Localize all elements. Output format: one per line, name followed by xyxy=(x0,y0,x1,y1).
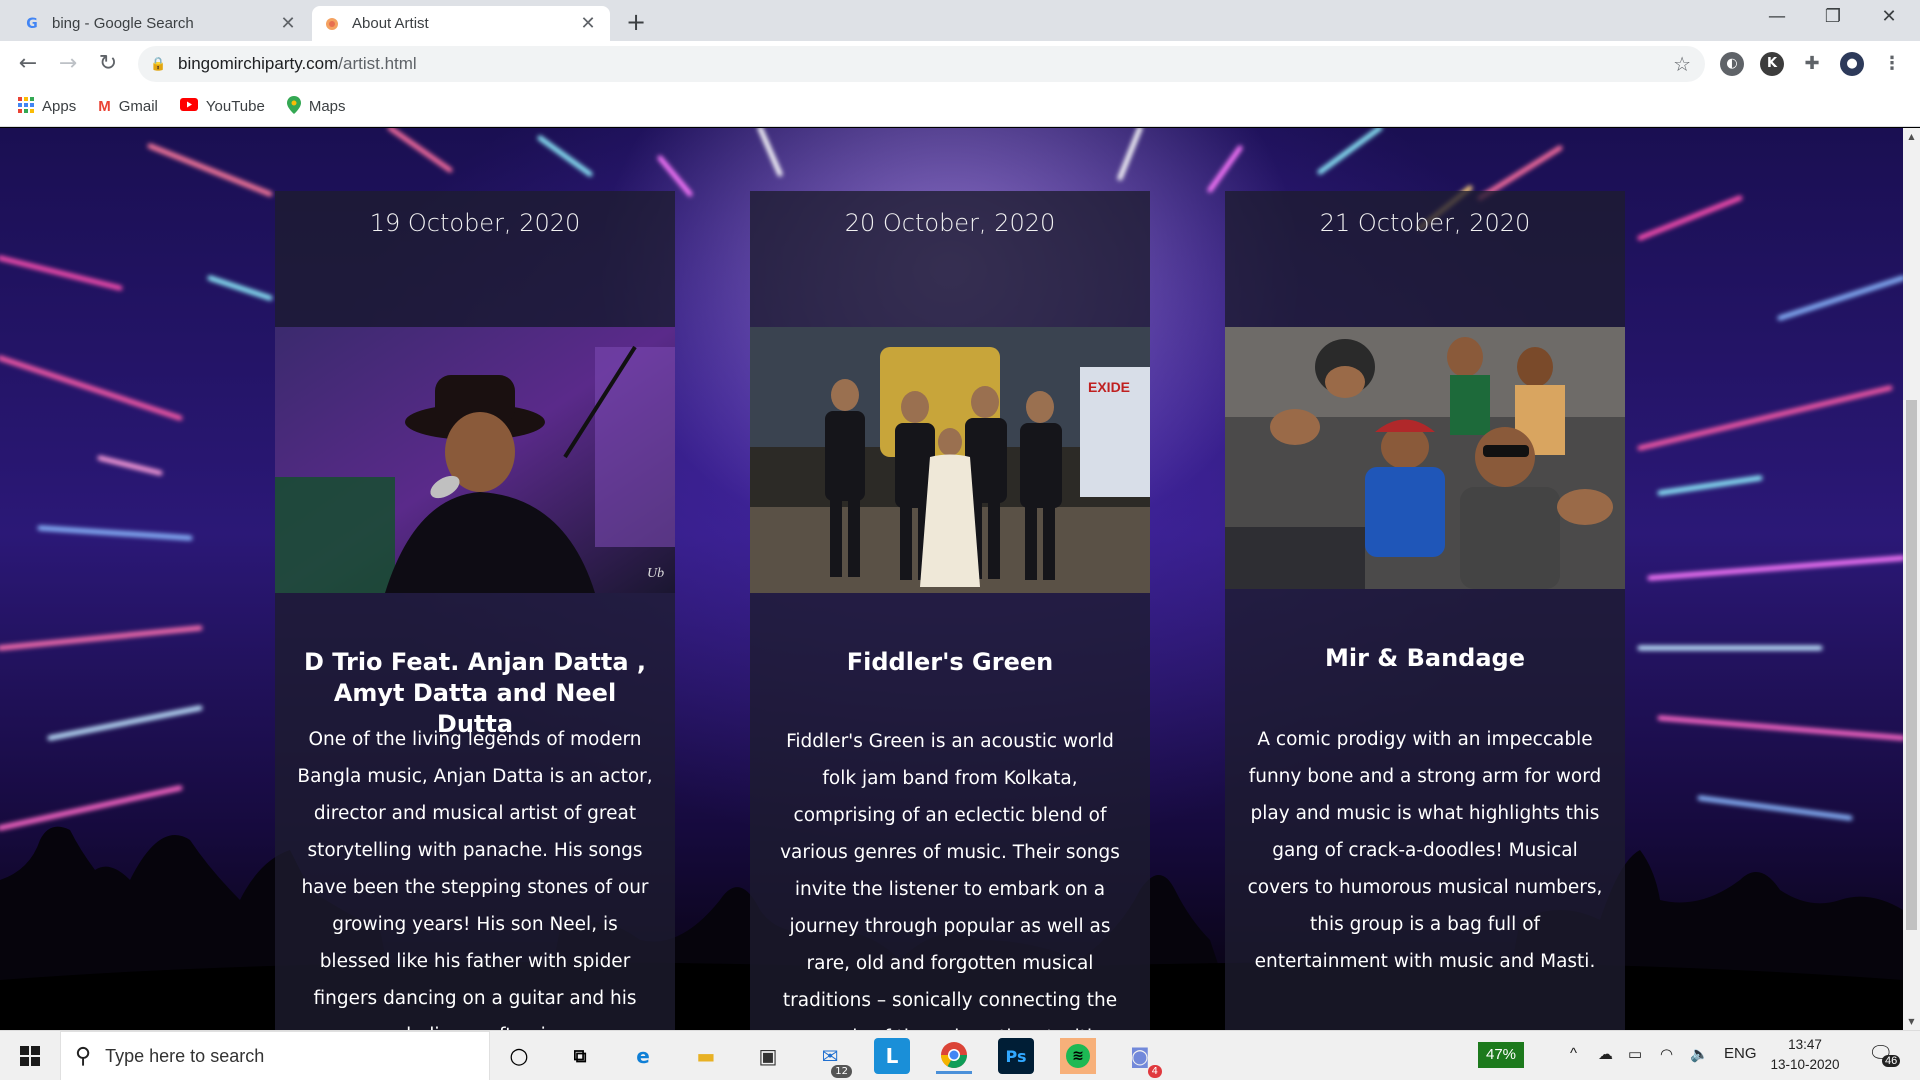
clock-date: 13-10-2020 xyxy=(1770,1057,1840,1072)
bookmark-label: YouTube xyxy=(205,98,265,115)
battery-icon[interactable]: ▭ xyxy=(1628,1045,1642,1063)
artist-name: Fiddler's Green xyxy=(846,648,1054,676)
system-clock[interactable]: 13:47 13-10-2020 xyxy=(1760,1035,1850,1075)
extensions-puzzle-icon[interactable]: ✚ xyxy=(1800,52,1824,76)
artist-card: 21 October, 2020 Mir & Bandage A comic p… xyxy=(1225,191,1625,1030)
file-explorer-icon[interactable]: ▬ xyxy=(688,1038,724,1074)
tab-title: bing - Google Search xyxy=(52,15,194,32)
bookmark-apps[interactable]: Apps xyxy=(18,96,77,117)
extension-circle-icon[interactable]: ◐ xyxy=(1720,52,1744,76)
google-icon: G xyxy=(26,15,38,32)
bookmarks-bar: Apps M Gmail YouTube Maps xyxy=(0,87,1920,127)
discord-icon[interactable]: ◙ 4 xyxy=(1122,1038,1162,1078)
youtube-icon xyxy=(179,98,198,115)
page-scrollbar[interactable]: ▲ ▼ xyxy=(1903,128,1920,1030)
new-tab-button[interactable]: + xyxy=(622,8,650,36)
windows-logo-icon xyxy=(20,1046,40,1066)
event-date: 19 October, 2020 xyxy=(369,209,581,237)
artist-photo: EXIDE xyxy=(750,327,1150,593)
mail-icon[interactable]: ✉ 12 xyxy=(812,1038,852,1078)
menu-kebab-icon[interactable]: ⋮ xyxy=(1880,52,1904,76)
bookmark-label: Maps xyxy=(308,98,346,115)
event-date: 20 October, 2020 xyxy=(844,209,1056,237)
scroll-down-icon[interactable]: ▼ xyxy=(1903,1017,1920,1026)
chrome-icon[interactable] xyxy=(936,1038,972,1074)
bookmark-gmail[interactable]: M Gmail xyxy=(98,98,158,115)
start-button[interactable] xyxy=(0,1031,60,1080)
close-tab-icon[interactable]: ✕ xyxy=(578,13,598,34)
language-indicator[interactable]: ENG xyxy=(1724,1045,1757,1062)
volume-icon[interactable]: 🔈 xyxy=(1690,1045,1709,1063)
avatar[interactable]: ● xyxy=(1840,52,1864,76)
address-bar[interactable]: 🔒 bingomirchiparty.com/artist.html ☆ xyxy=(138,46,1705,82)
restore-icon[interactable]: ❐ xyxy=(1810,6,1856,36)
artist-photo xyxy=(1225,327,1625,589)
url-text[interactable]: bingomirchiparty.com/artist.html xyxy=(178,54,417,74)
tab-strip: G bing - Google Search ✕ About Artist ✕ … xyxy=(0,0,1920,41)
reload-icon[interactable]: ↻ xyxy=(94,50,122,78)
photo-banner-text: EXIDE xyxy=(1088,379,1130,395)
artist-description: A comic prodigy with an impeccable funny… xyxy=(1247,729,1603,972)
event-date: 21 October, 2020 xyxy=(1319,209,1531,237)
bookmark-youtube[interactable]: YouTube xyxy=(179,98,265,115)
minimize-icon[interactable]: — xyxy=(1754,6,1800,36)
artist-description: One of the living legends of modern Bang… xyxy=(297,729,653,1030)
clock-time: 13:47 xyxy=(1788,1037,1822,1052)
tab-about-artist[interactable]: About Artist ✕ xyxy=(312,6,610,41)
artist-name: Mir & Bandage xyxy=(1325,644,1525,672)
search-icon: ⚲ xyxy=(75,1043,92,1069)
search-placeholder: Type here to search xyxy=(105,1045,265,1066)
notifications-badge: 46 xyxy=(1882,1055,1901,1067)
bookmark-label: Apps xyxy=(42,98,77,115)
maps-icon xyxy=(286,95,301,118)
bookmark-maps[interactable]: Maps xyxy=(286,95,346,118)
spotify-icon[interactable]: ≋ xyxy=(1060,1038,1096,1074)
cortana-icon[interactable]: ○ xyxy=(501,1038,537,1074)
back-icon[interactable]: ← xyxy=(14,50,42,78)
battery-indicator[interactable]: 47% xyxy=(1478,1042,1525,1068)
notifications-icon[interactable]: 🗨 46 xyxy=(1868,1041,1901,1067)
site-icon xyxy=(324,16,340,32)
tab-title: About Artist xyxy=(352,15,429,32)
apps-grid-icon xyxy=(18,96,34,117)
scrollbar-thumb[interactable] xyxy=(1906,400,1917,930)
mail-badge: 12 xyxy=(831,1065,852,1078)
task-view-icon[interactable]: ⧉ xyxy=(562,1038,598,1074)
artist-photo: Ub xyxy=(275,327,675,593)
photo-signature: Ub xyxy=(647,566,664,581)
gmail-icon: M xyxy=(98,98,111,115)
windows-taskbar: ⚲ Type here to search ○ ⧉ e ▬ ▣ ✉ 12 L Ps… xyxy=(0,1030,1920,1080)
store-icon[interactable]: ▣ xyxy=(750,1038,786,1074)
page-viewport: 19 October, 2020 Ub D Trio Feat. Anjan D… xyxy=(0,128,1903,1030)
lens-app-icon[interactable]: L xyxy=(874,1038,910,1074)
onedrive-icon[interactable]: ☁ xyxy=(1598,1045,1613,1063)
close-tab-icon[interactable]: ✕ xyxy=(278,13,298,34)
photoshop-icon[interactable]: Ps xyxy=(998,1038,1034,1074)
bookmark-star-icon[interactable]: ☆ xyxy=(1673,52,1691,76)
artist-card: 19 October, 2020 Ub D Trio Feat. Anjan D… xyxy=(275,191,675,1030)
browser-toolbar: ← → ↻ 🔒 bingomirchiparty.com/artist.html… xyxy=(0,41,1920,87)
artist-description: Fiddler's Green is an acoustic world fol… xyxy=(780,731,1120,1030)
wifi-icon[interactable]: ◠ xyxy=(1660,1045,1673,1063)
close-window-icon[interactable]: ✕ xyxy=(1866,6,1912,36)
bookmark-label: Gmail xyxy=(118,98,158,115)
profile-k-icon[interactable]: K xyxy=(1760,52,1784,76)
lock-icon[interactable]: 🔒 xyxy=(150,57,170,72)
edge-icon[interactable]: e xyxy=(625,1038,661,1074)
tab-bing-search[interactable]: G bing - Google Search ✕ xyxy=(12,6,310,41)
forward-icon[interactable]: → xyxy=(54,50,82,78)
taskbar-search-box[interactable]: ⚲ Type here to search xyxy=(60,1031,490,1080)
show-hidden-icons-icon[interactable]: ^ xyxy=(1570,1045,1577,1062)
discord-badge: 4 xyxy=(1147,1065,1162,1078)
scroll-up-icon[interactable]: ▲ xyxy=(1903,132,1920,141)
artist-card: 20 October, 2020 EXIDE Fiddler's Green F… xyxy=(750,191,1150,1030)
